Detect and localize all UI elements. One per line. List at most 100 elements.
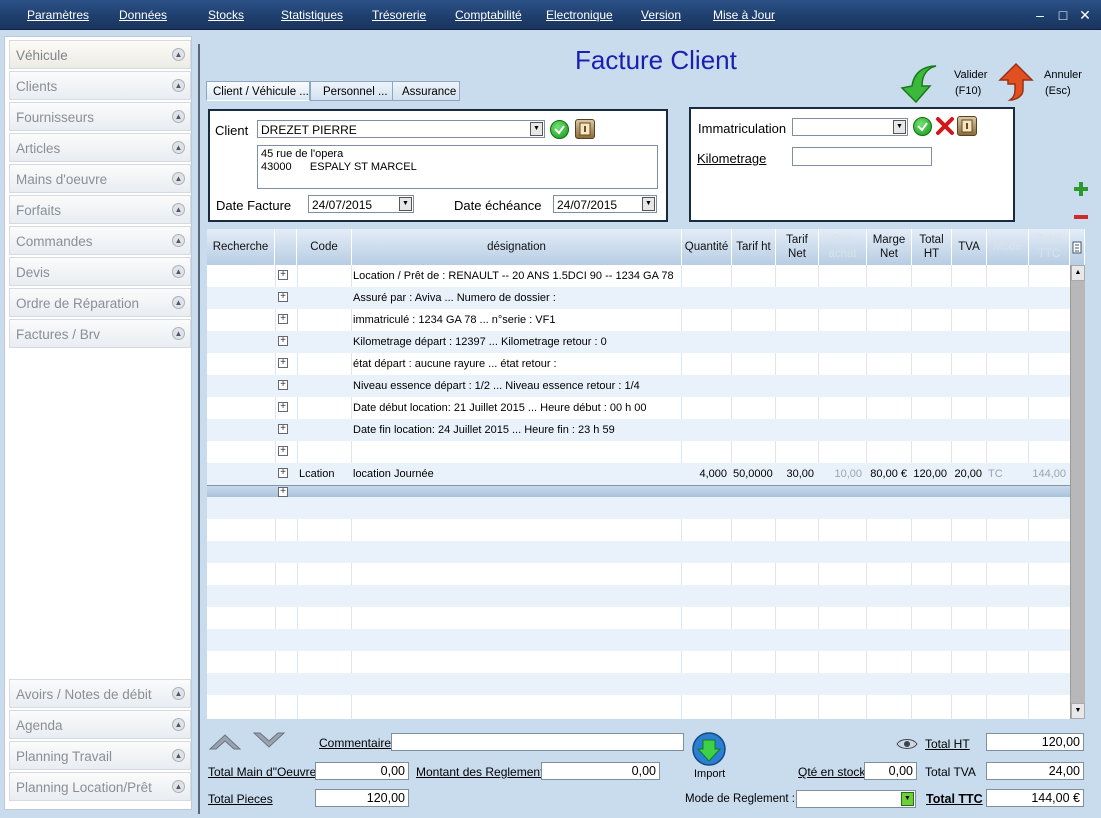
scroll-down-icon[interactable]: ▼ [1071, 703, 1085, 719]
table-row[interactable]: + Date fin location: 24 Juillet 2015 ... … [207, 419, 1070, 441]
table-row[interactable] [207, 673, 1070, 695]
cell-tva[interactable]: 20,00 [953, 463, 986, 485]
cell-designation[interactable]: Assuré par : Aviva ... Numero de dossier… [353, 287, 681, 309]
cell-prix-achat[interactable] [820, 353, 866, 375]
cell-prix-achat[interactable] [820, 265, 866, 287]
cell-tva[interactable] [953, 309, 986, 331]
cell-marge[interactable] [868, 265, 911, 287]
cell-total-ttc[interactable] [1030, 309, 1070, 331]
annuler-button[interactable] [996, 60, 1036, 102]
cell-total-ttc[interactable] [1030, 375, 1070, 397]
col-mode[interactable]: Mode [987, 229, 1029, 265]
expand-row-icon[interactable]: + [278, 314, 288, 324]
cell-code[interactable] [299, 287, 351, 309]
cell-tarif-ht[interactable] [733, 397, 775, 419]
cell-marge[interactable] [868, 353, 911, 375]
sidebar-item-devis[interactable]: Devis ▲ [9, 257, 191, 286]
expand-row-icon[interactable]: + [278, 380, 288, 390]
menu-donnees[interactable]: Données [119, 8, 167, 22]
cell-total-ht[interactable] [913, 375, 951, 397]
cell-mode[interactable] [988, 441, 1028, 463]
cell-qty[interactable] [683, 419, 731, 441]
cell-prix-achat[interactable] [820, 419, 866, 441]
cell-code[interactable] [299, 375, 351, 397]
cell-prix-achat[interactable] [820, 331, 866, 353]
cell-total-ht[interactable] [913, 309, 951, 331]
cell-total-ht[interactable]: 120,00 [913, 463, 951, 485]
import-button[interactable] [690, 730, 728, 768]
kilometrage-input[interactable] [792, 147, 932, 166]
cell-designation[interactable] [353, 441, 681, 463]
cell-total-ht[interactable] [913, 397, 951, 419]
cell-mode[interactable] [988, 265, 1028, 287]
col-tarif-ht[interactable]: Tarif ht [732, 229, 776, 265]
cell-prix-achat[interactable] [820, 287, 866, 309]
cell-code[interactable] [299, 419, 351, 441]
table-row[interactable]: + état départ : aucune rayure ... état re… [207, 353, 1070, 375]
col-code[interactable]: Code [297, 229, 352, 265]
cell-total-ttc[interactable]: 144,00 [1030, 463, 1070, 485]
cell-marge[interactable] [868, 375, 911, 397]
sidebar-item-vehicule[interactable]: Véhicule ▲ [9, 40, 191, 69]
expand-row-icon[interactable]: + [278, 424, 288, 434]
cell-qty[interactable] [683, 353, 731, 375]
dropdown-arrow-icon[interactable]: ▼ [399, 197, 412, 211]
cell-code[interactable] [299, 353, 351, 375]
cell-tarif-ht[interactable] [733, 353, 775, 375]
cell-tarif-net[interactable] [777, 375, 818, 397]
cell-total-ttc[interactable] [1030, 441, 1070, 463]
minimize-icon[interactable]: – [1031, 6, 1049, 24]
cell-code[interactable]: Lcation [299, 463, 351, 485]
cell-total-ttc[interactable] [1030, 353, 1070, 375]
table-row[interactable] [207, 607, 1070, 629]
dropdown-arrow-icon[interactable]: ▼ [642, 197, 655, 211]
cell-marge[interactable] [868, 441, 911, 463]
client-card-button[interactable] [575, 119, 595, 139]
col-recherche[interactable]: Recherche [207, 229, 275, 265]
table-row[interactable]: + Lcation location Journée 4,000 50,0000 30,0… [207, 463, 1070, 485]
table-row[interactable] [207, 585, 1070, 607]
cell-prix-achat[interactable] [820, 375, 866, 397]
cell-tarif-net[interactable] [777, 397, 818, 419]
cell-marge[interactable] [868, 309, 911, 331]
cell-tva[interactable] [953, 397, 986, 419]
cell-tva[interactable] [953, 353, 986, 375]
cell-designation[interactable]: Location / Prêt de : RENAULT -- 20 ANS 1… [353, 265, 681, 287]
expand-row-icon[interactable]: + [278, 336, 288, 346]
cell-qty[interactable] [683, 331, 731, 353]
table-row[interactable]: + Kilometrage départ : 12397 ... Kilometr… [207, 331, 1070, 353]
remove-row-button[interactable] [1072, 210, 1090, 224]
cell-total-ht[interactable] [913, 419, 951, 441]
move-up-button[interactable] [208, 731, 242, 751]
cell-designation[interactable]: Date fin location: 24 Juillet 2015 ... H… [353, 419, 681, 441]
cell-code[interactable] [299, 309, 351, 331]
cell-prix-achat[interactable]: 10,00 [820, 463, 866, 485]
col-prix-achat[interactable]: Prix achat [819, 229, 867, 265]
cell-designation[interactable]: location Journée [353, 463, 681, 485]
cell-total-ht[interactable] [913, 265, 951, 287]
cell-mode[interactable] [988, 375, 1028, 397]
cell-qty[interactable]: 4,000 [683, 463, 731, 485]
cell-code[interactable] [299, 441, 351, 463]
col-designation[interactable]: désignation [352, 229, 682, 265]
cell-tarif-net[interactable] [777, 353, 818, 375]
cell-tva[interactable] [953, 419, 986, 441]
cell-mode[interactable]: TC [988, 463, 1028, 485]
expand-row-icon[interactable]: + [278, 487, 288, 497]
table-row[interactable] [207, 629, 1070, 651]
menu-electronique[interactable]: Electronique [546, 8, 613, 22]
cell-tarif-ht[interactable] [733, 265, 775, 287]
eye-icon[interactable] [896, 737, 918, 751]
table-row[interactable]: + Location / Prêt de : RENAULT -- 20 ANS … [207, 265, 1070, 287]
table-row[interactable]: + [207, 441, 1070, 463]
expand-row-icon[interactable]: + [278, 358, 288, 368]
cell-total-ht[interactable] [913, 331, 951, 353]
client-select[interactable]: DREZET PIERRE ▼ [257, 120, 545, 138]
cell-designation[interactable]: état départ : aucune rayure ... état ret… [353, 353, 681, 375]
table-row[interactable]: + [207, 485, 1070, 497]
vehicle-card-button[interactable] [957, 116, 977, 136]
cell-tva[interactable] [953, 265, 986, 287]
menu-parametres[interactable]: Paramètres [27, 8, 89, 22]
table-row[interactable] [207, 497, 1070, 519]
expand-row-icon[interactable]: + [278, 270, 288, 280]
